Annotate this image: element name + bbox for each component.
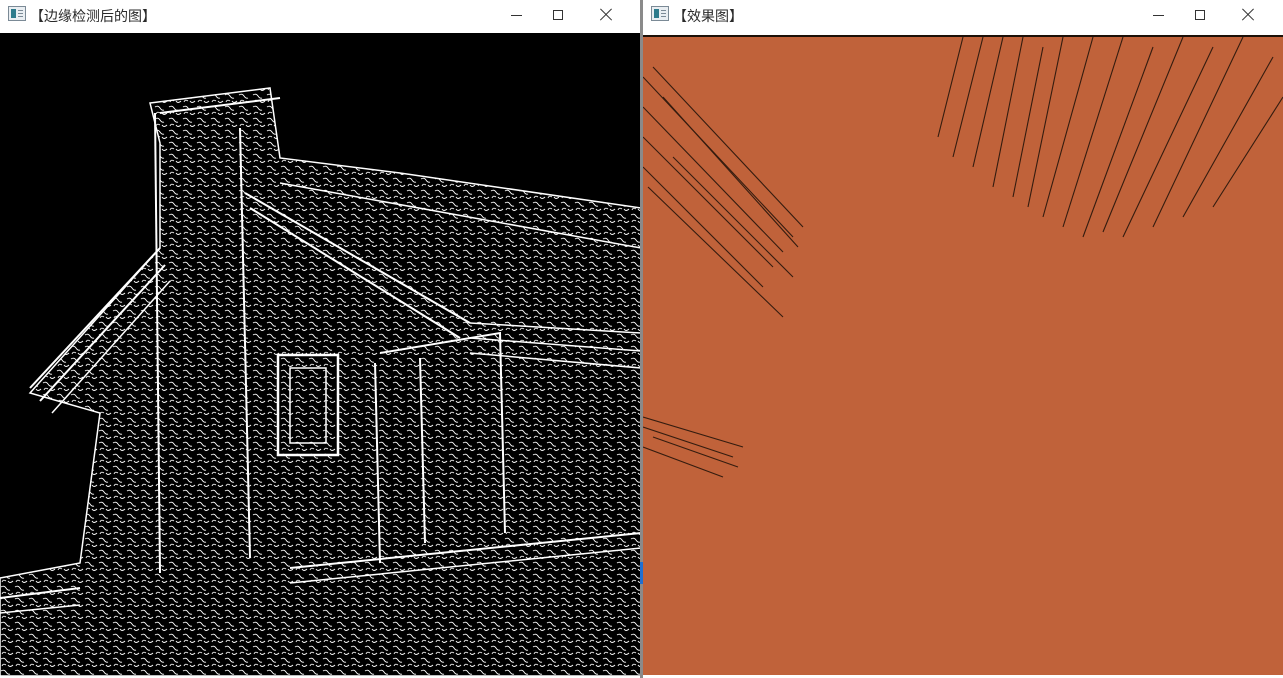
app-icon xyxy=(651,6,669,21)
close-button[interactable] xyxy=(583,0,629,30)
maximize-icon xyxy=(1195,10,1205,20)
close-icon xyxy=(599,8,613,22)
title-bar[interactable]: 【边缘检测后的图】 xyxy=(0,0,641,33)
maximize-button[interactable] xyxy=(1177,0,1223,30)
edge-detection-window: 【边缘检测后的图】 xyxy=(0,0,641,678)
window-title: 【边缘检测后的图】 xyxy=(30,8,156,24)
edge-image-svg xyxy=(0,87,641,676)
effect-window: 【效果图】 xyxy=(643,0,1283,678)
minimize-icon xyxy=(1152,14,1164,16)
maximize-button[interactable] xyxy=(535,0,581,30)
minimize-icon xyxy=(510,14,522,16)
app-icon xyxy=(8,6,26,21)
edge-detected-image xyxy=(0,33,641,676)
minimize-button[interactable] xyxy=(493,0,539,30)
title-bar[interactable]: 【效果图】 xyxy=(643,0,1283,33)
effect-image xyxy=(643,35,1283,675)
minimize-button[interactable] xyxy=(1135,0,1181,30)
maximize-icon xyxy=(553,10,563,20)
close-button[interactable] xyxy=(1225,0,1271,30)
close-icon xyxy=(1241,8,1255,22)
window-title: 【效果图】 xyxy=(673,8,743,24)
effect-image-svg xyxy=(643,37,1283,478)
